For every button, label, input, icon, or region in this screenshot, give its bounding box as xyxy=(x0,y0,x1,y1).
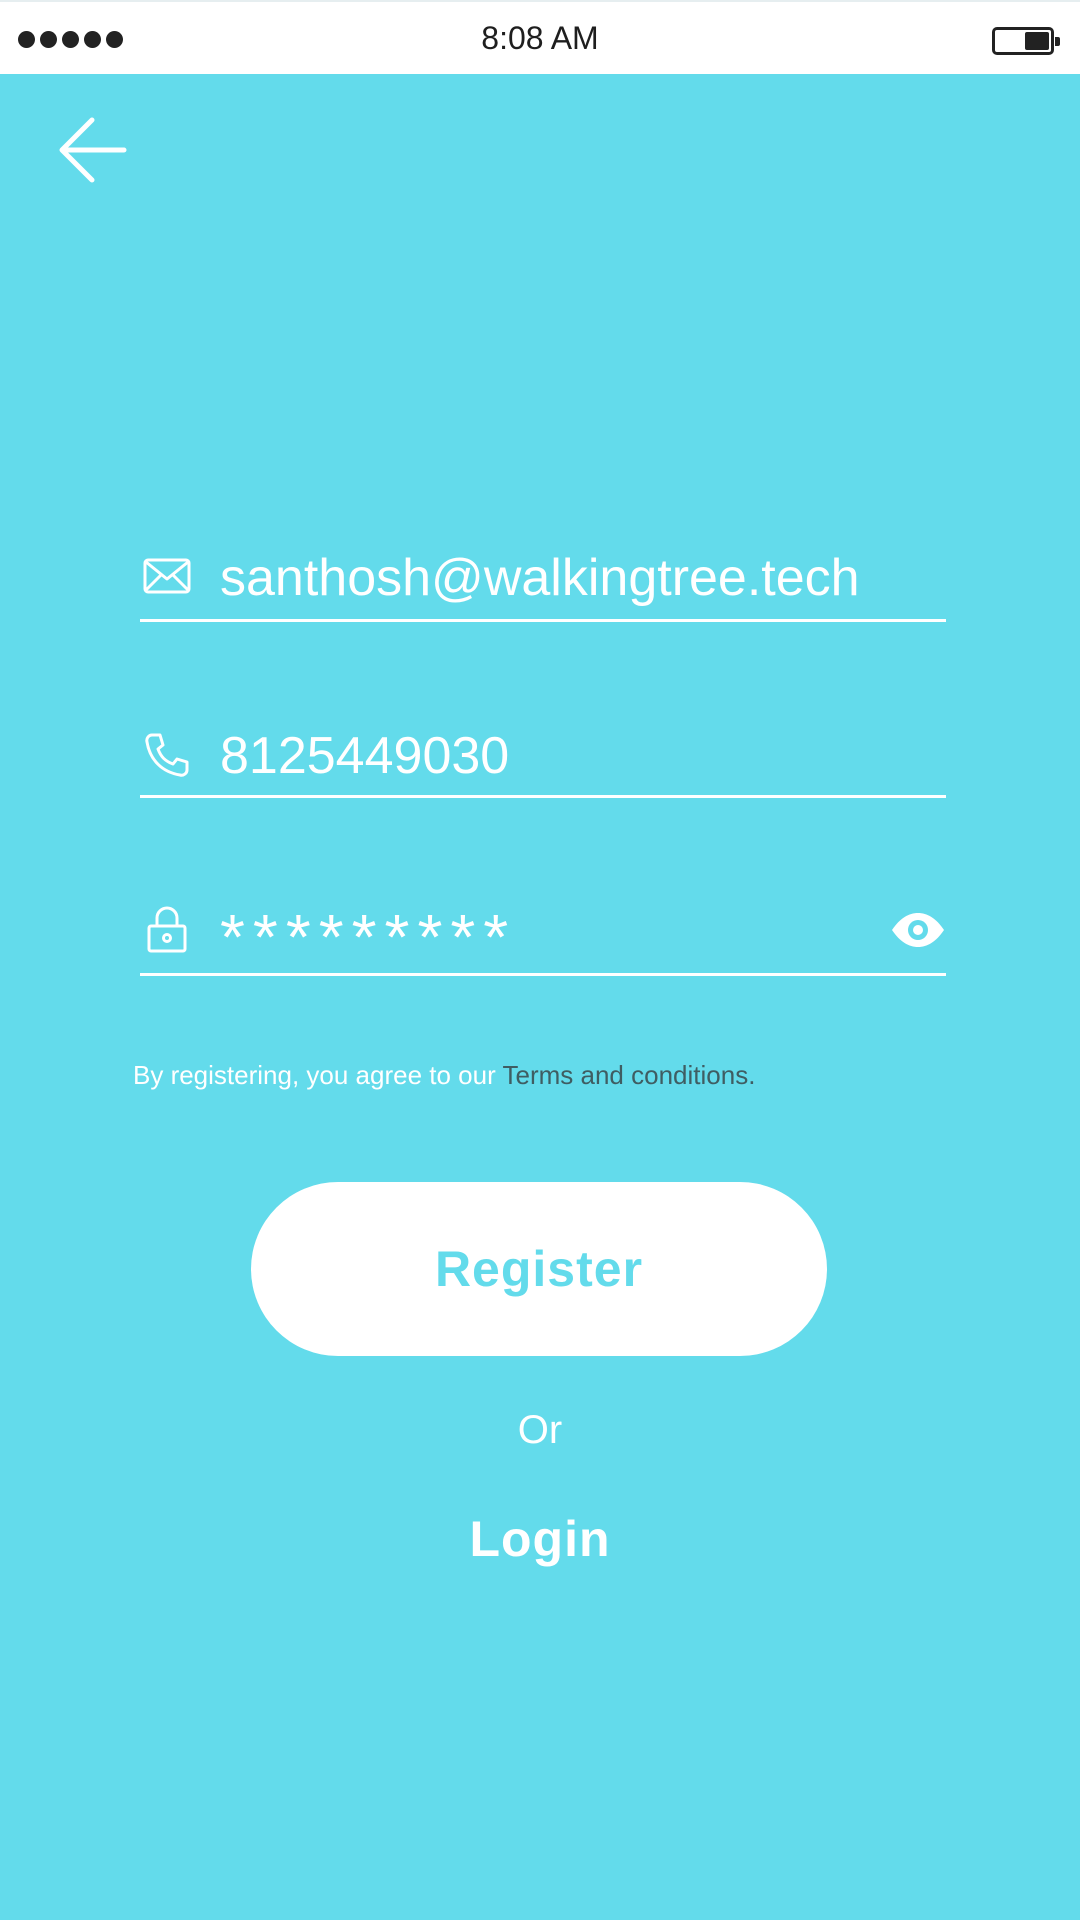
or-separator: Or xyxy=(517,1408,563,1452)
phone-icon xyxy=(142,730,192,780)
password-value[interactable]: ********* xyxy=(220,900,516,974)
phone-value[interactable]: 8125449030 xyxy=(220,726,509,786)
status-bar: 8:08 AM xyxy=(0,0,1080,74)
password-field[interactable]: ********* xyxy=(140,886,946,976)
envelope-icon xyxy=(142,552,192,602)
terms-prefix: By registering, you agree to our xyxy=(133,1060,503,1090)
email-field[interactable]: santhosh@walkingtree.tech xyxy=(140,532,946,622)
show-password-toggle[interactable] xyxy=(890,908,946,952)
register-button[interactable]: Register xyxy=(251,1182,827,1356)
terms-text: By registering, you agree to our Terms a… xyxy=(133,1060,755,1091)
eye-icon xyxy=(892,913,944,947)
email-value[interactable]: santhosh@walkingtree.tech xyxy=(220,548,860,608)
lock-icon xyxy=(142,904,192,954)
arrow-left-icon xyxy=(59,117,127,183)
login-link[interactable]: Login xyxy=(440,1510,640,1568)
back-button[interactable] xyxy=(56,112,132,188)
battery-terminal xyxy=(1055,37,1060,46)
battery-icon xyxy=(992,27,1060,55)
terms-link[interactable]: Terms and conditions. xyxy=(503,1060,756,1090)
status-time: 8:08 AM xyxy=(481,20,599,56)
phone-field[interactable]: 8125449030 xyxy=(140,708,946,798)
register-screen: 8:08 AM santhosh@walkingtree.tech 812544… xyxy=(0,0,1080,1920)
battery-level xyxy=(1025,32,1049,50)
